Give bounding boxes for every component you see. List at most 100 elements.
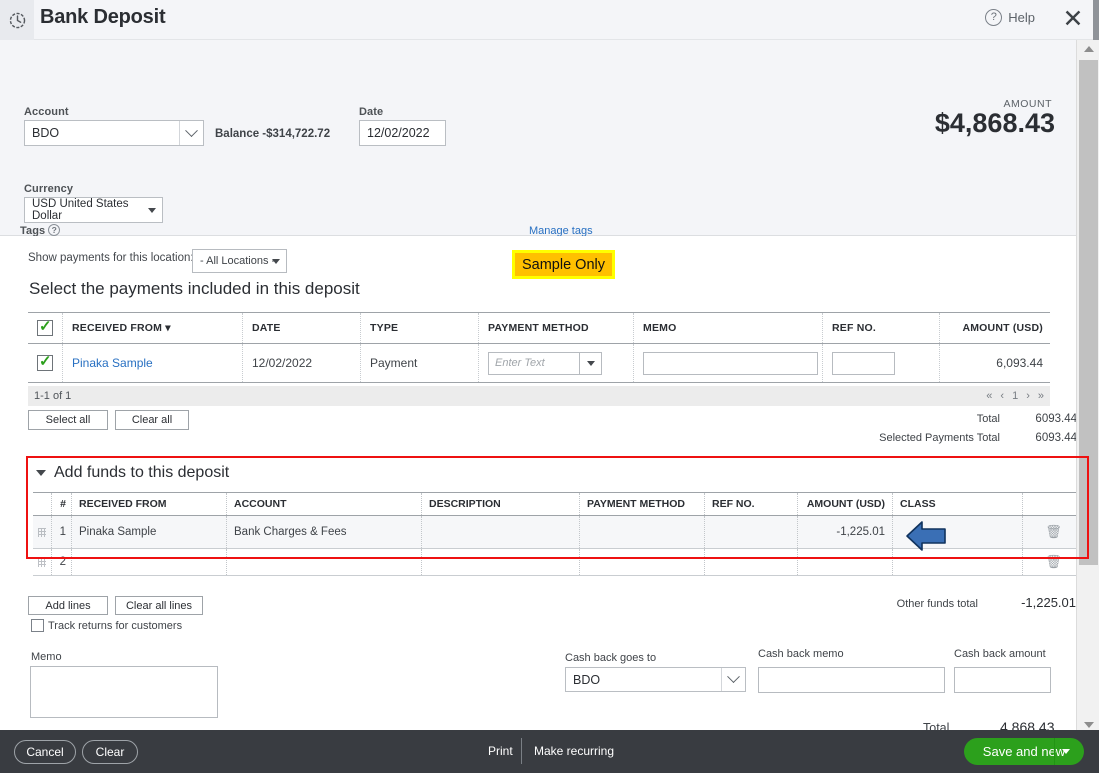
cell-amount[interactable]: [797, 549, 892, 575]
cell-type: Payment: [360, 344, 478, 382]
col-memo[interactable]: MEMO: [633, 313, 822, 343]
scroll-up-button[interactable]: [1077, 40, 1099, 57]
date-value: 12/02/2022: [367, 126, 430, 140]
tags-help-icon[interactable]: ?: [48, 224, 60, 236]
pager-current-page: 1: [1012, 390, 1018, 402]
delete-row-button[interactable]: 🗑: [1022, 549, 1084, 575]
ref-no-input[interactable]: [832, 352, 895, 375]
drag-handle[interactable]: [33, 516, 51, 548]
cell-received-from[interactable]: Pinaka Sample: [62, 344, 242, 382]
cash-back-memo-input[interactable]: [758, 667, 945, 693]
location-select[interactable]: - All Locations -: [192, 249, 287, 273]
payments-pager: 1-1 of 1 « ‹ 1 › »: [28, 386, 1050, 406]
toolbar-divider: [521, 738, 522, 764]
col-received-from: RECEIVED FROM: [71, 493, 226, 515]
cell-amount: 6,093.44: [939, 344, 1050, 382]
cell-description[interactable]: [421, 549, 579, 575]
cell-line-number: 2: [51, 549, 71, 575]
cell-memo[interactable]: [633, 344, 822, 382]
payments-total-label: Total: [977, 413, 1000, 425]
pager-prev-button[interactable]: ‹: [1000, 390, 1004, 402]
account-select[interactable]: BDO: [24, 120, 204, 146]
make-recurring-button[interactable]: Make recurring: [534, 744, 614, 758]
delete-row-button[interactable]: 🗑: [1022, 516, 1084, 548]
print-button[interactable]: Print: [488, 744, 513, 758]
row-checkbox[interactable]: [28, 344, 62, 382]
pager-next-button[interactable]: ›: [1026, 390, 1030, 402]
cash-back-goes-to-label: Cash back goes to: [565, 652, 656, 664]
col-type[interactable]: TYPE: [360, 313, 478, 343]
cell-description[interactable]: [421, 516, 579, 548]
cell-ref-no[interactable]: [704, 516, 797, 548]
date-input[interactable]: 12/02/2022: [359, 120, 446, 146]
pager-nav: « ‹ 1 › »: [986, 390, 1044, 402]
caret-down-icon[interactable]: [580, 352, 602, 375]
save-options-caret-icon[interactable]: [1054, 738, 1076, 765]
select-all-button[interactable]: Select all: [28, 410, 108, 430]
add-lines-button[interactable]: Add lines: [28, 596, 108, 615]
cell-payment-method[interactable]: [579, 549, 704, 575]
col-payment-method[interactable]: PAYMENT METHOD: [478, 313, 633, 343]
currency-select[interactable]: USD United States Dollar: [24, 197, 163, 223]
track-returns-label: Track returns for customers: [48, 620, 182, 632]
pager-first-button[interactable]: «: [986, 390, 992, 402]
cell-line-number: 1: [51, 516, 71, 548]
collapse-triangle-icon[interactable]: [36, 470, 46, 476]
clear-all-button[interactable]: Clear all: [115, 410, 189, 430]
amount-total: $4,868.43: [935, 108, 1055, 139]
help-button[interactable]: ? Help: [985, 9, 1035, 26]
window-titlebar: Bank Deposit ? Help ✕: [0, 0, 1099, 40]
pager-count: 1-1 of 1: [34, 390, 71, 402]
col-date[interactable]: DATE: [242, 313, 360, 343]
cash-back-amount-input[interactable]: [954, 667, 1051, 693]
cell-payment-method[interactable]: Enter Text: [478, 344, 633, 382]
pager-last-button[interactable]: »: [1038, 390, 1044, 402]
clear-all-lines-button[interactable]: Clear all lines: [115, 596, 203, 615]
cell-amount[interactable]: -1,225.01: [797, 516, 892, 548]
deposit-header-panel: Account BDO Balance -$314,722.72 Date 12…: [0, 40, 1076, 236]
close-icon[interactable]: ✕: [1061, 8, 1085, 32]
drag-handle-col: [33, 493, 51, 515]
selected-payments-total-label: Selected Payments Total: [879, 432, 1000, 444]
trash-icon: 🗑: [1045, 524, 1062, 540]
history-clock-icon[interactable]: [0, 0, 34, 40]
cash-back-goes-to-select[interactable]: BDO: [565, 667, 746, 692]
col-ref-no[interactable]: REF NO.: [822, 313, 939, 343]
payment-method-input[interactable]: Enter Text: [488, 352, 580, 375]
table-row[interactable]: Pinaka Sample 12/02/2022 Payment Enter T…: [28, 344, 1050, 383]
page-title: Bank Deposit: [40, 6, 165, 29]
cell-ref-no[interactable]: [704, 549, 797, 575]
track-returns-checkbox[interactable]: [31, 619, 44, 632]
cancel-button[interactable]: Cancel: [14, 740, 76, 764]
memo-input[interactable]: [643, 352, 818, 375]
clear-button[interactable]: Clear: [82, 740, 138, 764]
col-ref-no: REF NO.: [704, 493, 797, 515]
add-funds-section-title[interactable]: Add funds to this deposit: [36, 464, 229, 482]
cell-account[interactable]: [226, 549, 421, 575]
scrollbar-thumb[interactable]: [1079, 60, 1098, 565]
trash-icon: 🗑: [1045, 554, 1062, 570]
other-funds-total-label: Other funds total: [897, 598, 978, 610]
memo-textarea[interactable]: [30, 666, 218, 718]
location-filter-label: Show payments for this location:: [28, 252, 194, 264]
select-all-checkbox[interactable]: [28, 313, 62, 343]
cell-ref-no[interactable]: [822, 344, 939, 382]
save-and-new-label: Save and new: [983, 744, 1065, 759]
payments-table-header: RECEIVED FROM ▾ DATE TYPE PAYMENT METHOD…: [28, 312, 1050, 344]
col-amount[interactable]: AMOUNT (USD): [939, 313, 1050, 343]
cell-account[interactable]: Bank Charges & Fees: [226, 516, 421, 548]
cell-received-from[interactable]: Pinaka Sample: [71, 516, 226, 548]
col-description: DESCRIPTION: [421, 493, 579, 515]
cell-received-from[interactable]: [71, 549, 226, 575]
drag-handle[interactable]: [33, 549, 51, 575]
vertical-scrollbar[interactable]: [1076, 40, 1099, 733]
account-balance: Balance -$314,722.72: [215, 128, 330, 140]
payments-table: RECEIVED FROM ▾ DATE TYPE PAYMENT METHOD…: [28, 312, 1050, 383]
col-class: CLASS: [892, 493, 1022, 515]
chevron-down-icon: [179, 121, 203, 145]
cell-payment-method[interactable]: [579, 516, 704, 548]
bank-deposit-window: Bank Deposit ? Help ✕ Account BDO Balanc…: [0, 0, 1099, 773]
col-received-from[interactable]: RECEIVED FROM ▾: [62, 313, 242, 343]
sample-only-badge: Sample Only: [512, 250, 615, 279]
cash-back-memo-label: Cash back memo: [758, 648, 844, 660]
